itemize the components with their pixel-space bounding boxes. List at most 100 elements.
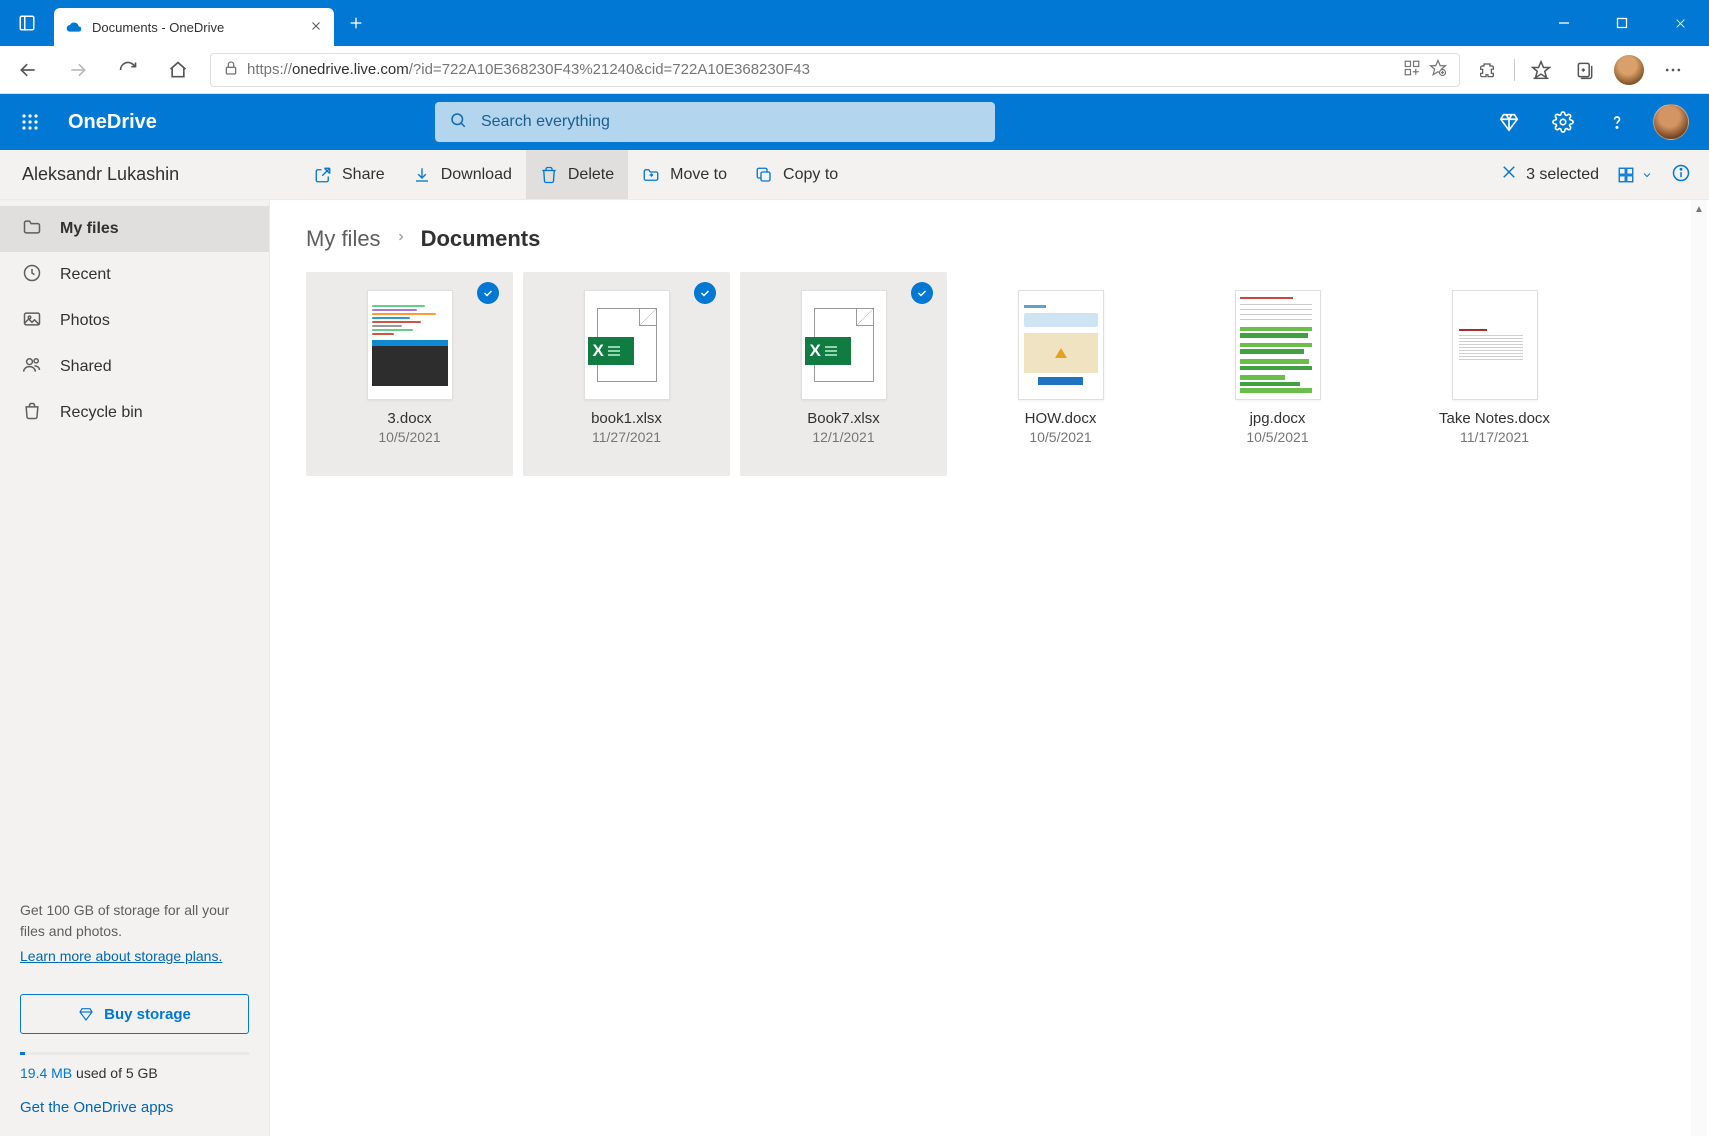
file-date: 11/17/2021 <box>1460 429 1529 445</box>
refresh-button[interactable] <box>104 46 152 94</box>
window-controls <box>1535 0 1709 46</box>
left-nav: My files Recent Photos Shared Recycle bin Ge… <box>0 200 270 1136</box>
file-tile[interactable]: 3.docx 10/5/2021 <box>306 272 513 476</box>
sidebar-item-label: Recent <box>60 266 111 284</box>
excel-icon: X <box>814 308 874 382</box>
main-area: My files Recent Photos Shared Recycle bin Ge… <box>0 200 1709 1136</box>
delete-label: Delete <box>568 166 614 184</box>
sidebar-item-label: My files <box>60 220 119 238</box>
browser-sidebar-toggle[interactable] <box>0 0 54 46</box>
checkmark-icon[interactable] <box>694 282 716 304</box>
premium-icon[interactable] <box>1491 104 1527 140</box>
sidebar-item-photos[interactable]: Photos <box>0 298 269 344</box>
storage-promo: Get 100 GB of storage for all your files… <box>0 882 269 982</box>
new-tab-button[interactable] <box>338 5 374 41</box>
checkmark-icon[interactable] <box>911 282 933 304</box>
sidebar-item-label: Photos <box>60 312 110 330</box>
sidebar-item-my-files[interactable]: My files <box>0 206 269 252</box>
file-thumbnail <box>1018 290 1104 400</box>
browser-address-bar: https://onedrive.live.com/?id=722A10E368… <box>0 46 1709 94</box>
checkmark-icon[interactable] <box>477 282 499 304</box>
excel-icon: X <box>597 308 657 382</box>
tab-close-icon[interactable] <box>310 19 322 35</box>
download-button[interactable]: Download <box>399 150 526 199</box>
file-tile[interactable]: HOW.docx 10/5/2021 <box>957 272 1164 476</box>
file-name: jpg.docx <box>1250 410 1306 427</box>
brand-label[interactable]: OneDrive <box>68 111 157 134</box>
profile-avatar[interactable] <box>1609 50 1649 90</box>
breadcrumb-root[interactable]: My files <box>306 226 381 252</box>
breadcrumb-current: Documents <box>421 226 541 252</box>
storage-usage-bar <box>20 1052 249 1055</box>
copy-label: Copy to <box>783 166 838 184</box>
storage-usage-text: 19.4 MB used of 5 GB <box>0 1055 269 1099</box>
chevron-right-icon <box>395 230 407 248</box>
collections-icon[interactable] <box>1565 50 1605 90</box>
file-thumbnail: X <box>801 290 887 400</box>
home-button[interactable] <box>154 46 202 94</box>
file-name: book1.xlsx <box>591 410 662 427</box>
file-name: Book7.xlsx <box>807 410 880 427</box>
scrollbar[interactable]: ▲ <box>1691 200 1707 1136</box>
favorite-icon[interactable] <box>1429 59 1447 81</box>
view-switcher[interactable] <box>1617 166 1653 184</box>
share-button[interactable]: Share <box>300 150 399 199</box>
app-launcher-icon[interactable] <box>10 102 50 142</box>
window-maximize[interactable] <box>1593 0 1651 46</box>
favorites-icon[interactable] <box>1521 50 1561 90</box>
clear-selection-icon[interactable] <box>1500 163 1518 186</box>
sidebar-item-label: Recycle bin <box>60 404 143 422</box>
file-name: HOW.docx <box>1025 410 1097 427</box>
account-avatar[interactable] <box>1653 104 1689 140</box>
file-tile[interactable]: jpg.docx10/5/2021 <box>1174 272 1381 476</box>
scroll-up-icon[interactable]: ▲ <box>1691 200 1707 218</box>
copy-button[interactable]: Copy to <box>741 150 852 199</box>
file-tile[interactable]: Xbook1.xlsx11/27/2021 <box>523 272 730 476</box>
browser-tab[interactable]: Documents - OneDrive <box>54 8 334 46</box>
file-thumbnail <box>1235 290 1321 400</box>
file-thumbnail: X <box>584 290 670 400</box>
window-minimize[interactable] <box>1535 0 1593 46</box>
forward-button <box>54 46 102 94</box>
file-tile[interactable]: Take Notes.docx11/17/2021 <box>1391 272 1598 476</box>
sidebar-item-recycle-bin[interactable]: Recycle bin <box>0 390 269 436</box>
selection-count[interactable]: 3 selected <box>1500 163 1599 186</box>
separator <box>1514 59 1515 81</box>
extensions-icon[interactable] <box>1468 50 1508 90</box>
back-button[interactable] <box>4 46 52 94</box>
move-button[interactable]: Move to <box>628 150 741 199</box>
file-thumbnail <box>1452 290 1538 400</box>
sidebar-item-recent[interactable]: Recent <box>0 252 269 298</box>
file-date: 10/5/2021 <box>1029 429 1091 445</box>
file-thumbnail <box>367 290 453 400</box>
file-tile[interactable]: XBook7.xlsx12/1/2021 <box>740 272 947 476</box>
browser-titlebar: Documents - OneDrive <box>0 0 1709 46</box>
command-bar: Aleksandr Lukashin Share Download Delete… <box>0 150 1709 200</box>
file-date: 10/5/2021 <box>378 429 440 445</box>
people-icon <box>22 355 42 380</box>
search-icon <box>449 111 467 133</box>
settings-icon[interactable] <box>1545 104 1581 140</box>
search-box[interactable] <box>435 102 995 142</box>
help-icon[interactable] <box>1599 104 1635 140</box>
download-label: Download <box>441 166 512 184</box>
url-text: https://onedrive.live.com/?id=722A10E368… <box>247 61 1395 78</box>
buy-storage-label: Buy storage <box>104 1006 191 1023</box>
more-icon[interactable] <box>1653 50 1693 90</box>
url-field[interactable]: https://onedrive.live.com/?id=722A10E368… <box>210 53 1460 87</box>
sidebar-item-label: Shared <box>60 358 112 376</box>
get-apps-link[interactable]: Get the OneDrive apps <box>20 1099 173 1116</box>
info-icon[interactable] <box>1671 163 1691 187</box>
tab-title: Documents - OneDrive <box>92 20 300 35</box>
file-name: 3.docx <box>387 410 431 427</box>
sidebar-item-shared[interactable]: Shared <box>0 344 269 390</box>
breadcrumb: My files Documents <box>306 226 1673 252</box>
window-close[interactable] <box>1651 0 1709 46</box>
search-input[interactable] <box>481 113 981 131</box>
delete-button[interactable]: Delete <box>526 150 628 199</box>
learn-storage-link[interactable]: Learn more about storage plans. <box>20 948 222 964</box>
app-available-icon[interactable] <box>1403 59 1421 81</box>
image-icon <box>22 309 42 334</box>
user-name[interactable]: Aleksandr Lukashin <box>0 164 300 185</box>
buy-storage-button[interactable]: Buy storage <box>20 994 249 1034</box>
